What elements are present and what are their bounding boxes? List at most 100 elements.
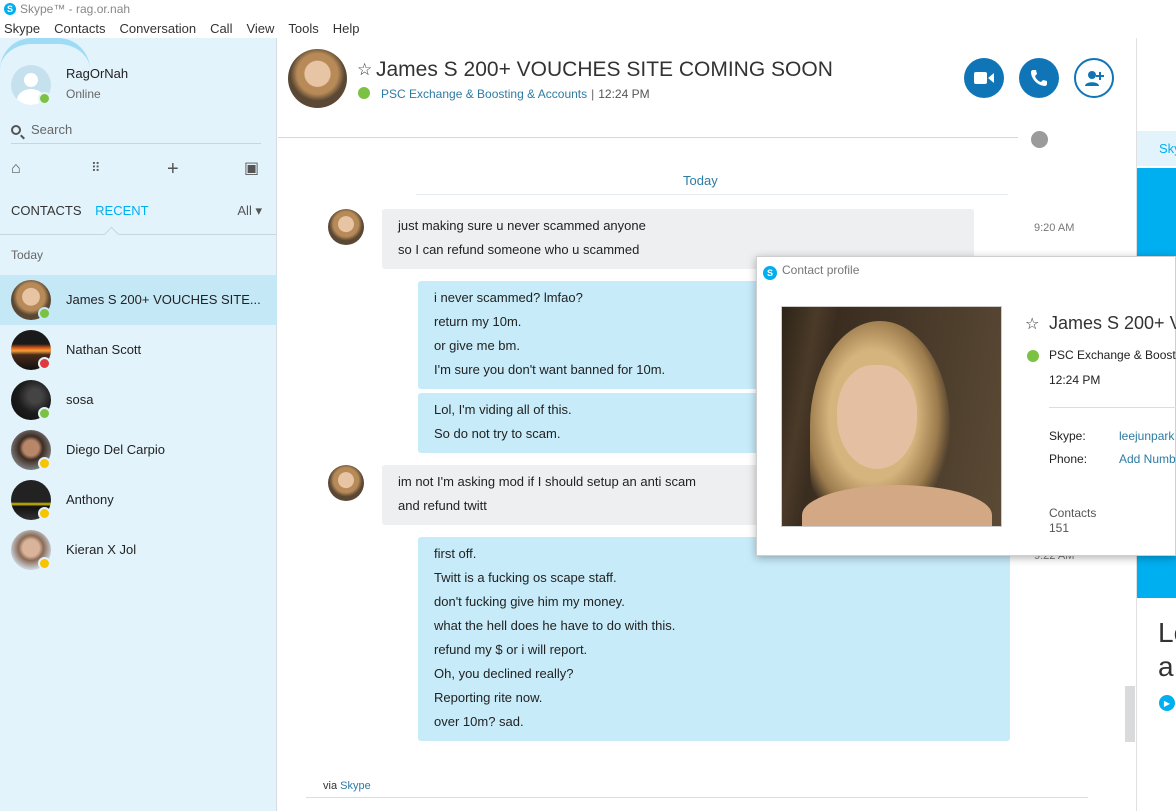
status-online-icon bbox=[38, 407, 51, 420]
message-line: Twitt is a fucking os scape staff. bbox=[434, 570, 617, 585]
favorite-star-icon[interactable]: ☆ bbox=[357, 60, 372, 80]
status-busy-icon bbox=[38, 357, 51, 370]
filter-label: All bbox=[237, 203, 252, 218]
profile-separator bbox=[1049, 407, 1176, 408]
contact-list: James S 200+ VOUCHES SITE... Nathan Scot… bbox=[0, 275, 277, 575]
play-icon[interactable]: ▶ bbox=[1159, 695, 1175, 711]
contact-name: Diego Del Carpio bbox=[66, 442, 165, 457]
search-input[interactable]: Search bbox=[11, 122, 261, 144]
status-online-icon bbox=[1027, 350, 1039, 362]
voice-call-button[interactable] bbox=[1019, 58, 1059, 98]
contact-item[interactable]: Anthony bbox=[0, 475, 277, 525]
contact-item[interactable]: Kieran X Jol bbox=[0, 525, 277, 575]
contact-item[interactable]: Nathan Scott bbox=[0, 325, 277, 375]
menu-conversation[interactable]: Conversation bbox=[119, 21, 196, 36]
add-number-link[interactable]: Add Numb bbox=[1119, 452, 1176, 466]
menu-view[interactable]: View bbox=[246, 21, 274, 36]
status-away-icon bbox=[38, 457, 51, 470]
bot-icon[interactable]: ▣ bbox=[244, 158, 259, 178]
status-away-icon bbox=[38, 507, 51, 520]
search-placeholder: Search bbox=[31, 122, 73, 137]
conversation-header: ☆ James S 200+ VOUCHES SITE COMING SOON … bbox=[278, 38, 1136, 138]
right-pane-heading-line1: Le bbox=[1158, 617, 1176, 648]
skype-logo-icon: S bbox=[4, 3, 16, 15]
window-title: Skype™ - rag.or.nah bbox=[20, 2, 131, 16]
filter-dropdown[interactable]: All ▾ bbox=[237, 203, 262, 219]
add-contact-plus-icon[interactable]: + bbox=[167, 158, 179, 181]
menu-call[interactable]: Call bbox=[210, 21, 232, 36]
header-divider bbox=[278, 137, 1018, 138]
window-titlebar: S Skype™ - rag.or.nah bbox=[0, 0, 1176, 18]
contact-item[interactable]: James S 200+ VOUCHES SITE... bbox=[0, 275, 277, 325]
day-label: Today bbox=[683, 173, 718, 188]
menu-tools[interactable]: Tools bbox=[288, 21, 318, 36]
popup-title-text: Contact profile bbox=[782, 263, 860, 277]
via-footer: via Skype bbox=[323, 780, 371, 792]
contacts-count: 151 bbox=[1049, 521, 1070, 535]
profile-photo bbox=[781, 306, 1002, 527]
conversation-subtitle: PSC Exchange & Boosting & Accounts | 12:24… bbox=[381, 87, 650, 101]
skype-logo-icon: S bbox=[763, 266, 777, 280]
profile-local-time: 12:24 PM bbox=[1049, 373, 1101, 387]
contact-profile-popup: S Contact profile ☆ James S 200+ V PSC Ex… bbox=[756, 256, 1176, 556]
my-status-icon bbox=[38, 92, 51, 105]
subtitle-separator: | bbox=[591, 87, 595, 101]
right-pane-tab[interactable]: Sky bbox=[1137, 131, 1176, 166]
via-skype-link[interactable]: Skype bbox=[340, 780, 371, 792]
message-bubble-outgoing[interactable]: first off. Twitt is a fucking os scape s… bbox=[418, 537, 1010, 741]
contact-mood: PSC Exchange & Boosting & Accounts bbox=[381, 87, 588, 101]
my-profile[interactable]: RagOrNah Online bbox=[0, 38, 277, 110]
dialpad-icon[interactable]: ⠿ bbox=[91, 160, 101, 176]
add-person-icon bbox=[1085, 71, 1104, 86]
status-online-icon bbox=[38, 307, 51, 320]
chat-scrollbar-thumb[interactable] bbox=[1125, 686, 1135, 742]
tab-recent[interactable]: RECENT bbox=[95, 203, 148, 218]
conversation-avatar[interactable] bbox=[288, 49, 347, 108]
footer-divider bbox=[306, 797, 1088, 798]
message-line: just making sure u never scammed anyone bbox=[398, 218, 646, 233]
contact-name: Kieran X Jol bbox=[66, 542, 137, 557]
phone-icon bbox=[1031, 70, 1047, 86]
menu-skype[interactable]: Skype bbox=[4, 21, 40, 36]
favorite-star-icon[interactable]: ☆ bbox=[1025, 314, 1039, 334]
sender-avatar[interactable] bbox=[328, 465, 364, 501]
message-timestamp: 9:20 AM bbox=[1034, 222, 1075, 234]
status-away-icon bbox=[38, 557, 51, 570]
contact-tabs: CONTACTS RECENT All ▾ bbox=[11, 203, 266, 218]
message-line: Reporting rite now. bbox=[434, 690, 543, 705]
status-online-icon bbox=[358, 87, 370, 99]
sender-avatar[interactable] bbox=[328, 209, 364, 245]
right-pane-heading: Le a bbox=[1158, 616, 1176, 684]
contact-name: James S 200+ VOUCHES SITE... bbox=[66, 292, 261, 307]
message-line: refund my $ or i will report. bbox=[434, 642, 588, 657]
add-people-button[interactable] bbox=[1074, 58, 1114, 98]
globe-icon[interactable] bbox=[1029, 129, 1050, 150]
profile-name: James S 200+ V bbox=[1049, 313, 1176, 333]
skype-id-value[interactable]: leejunpark bbox=[1119, 429, 1174, 443]
contact-local-time: 12:24 PM bbox=[598, 87, 650, 101]
message-line: over 10m? sad. bbox=[434, 714, 524, 729]
message-line: don't fucking give him my money. bbox=[434, 594, 625, 609]
right-pane-heading-line2: a bbox=[1158, 651, 1174, 682]
skype-id-label: Skype: bbox=[1049, 429, 1086, 443]
contact-name: sosa bbox=[66, 392, 94, 407]
profile-contacts: Contacts 151 bbox=[1049, 506, 1096, 536]
menu-help[interactable]: Help bbox=[333, 21, 360, 36]
tab-contacts[interactable]: CONTACTS bbox=[11, 203, 82, 218]
video-call-button[interactable] bbox=[964, 58, 1004, 98]
tab-divider bbox=[0, 234, 277, 235]
menu-contacts[interactable]: Contacts bbox=[54, 21, 105, 36]
home-icon[interactable]: ⌂ bbox=[11, 160, 21, 178]
contacts-label: Contacts bbox=[1049, 506, 1097, 520]
my-name: RagOrNah bbox=[66, 66, 129, 81]
profile-mood: PSC Exchange & Boostin bbox=[1049, 348, 1176, 362]
my-status-text[interactable]: Online bbox=[66, 87, 101, 101]
sidebar: RagOrNah Online Search ⌂ ⠿ + ▣ CONTACTS … bbox=[0, 38, 277, 811]
popup-title: S Contact profile bbox=[763, 263, 859, 280]
contact-item[interactable]: sosa bbox=[0, 375, 277, 425]
conversation-title[interactable]: James S 200+ VOUCHES SITE COMING SOON bbox=[376, 58, 833, 82]
contact-name: Anthony bbox=[66, 492, 114, 507]
menu-bar: Skype Contacts Conversation Call View To… bbox=[0, 18, 1176, 38]
contact-item[interactable]: Diego Del Carpio bbox=[0, 425, 277, 475]
video-camera-icon bbox=[974, 72, 994, 84]
